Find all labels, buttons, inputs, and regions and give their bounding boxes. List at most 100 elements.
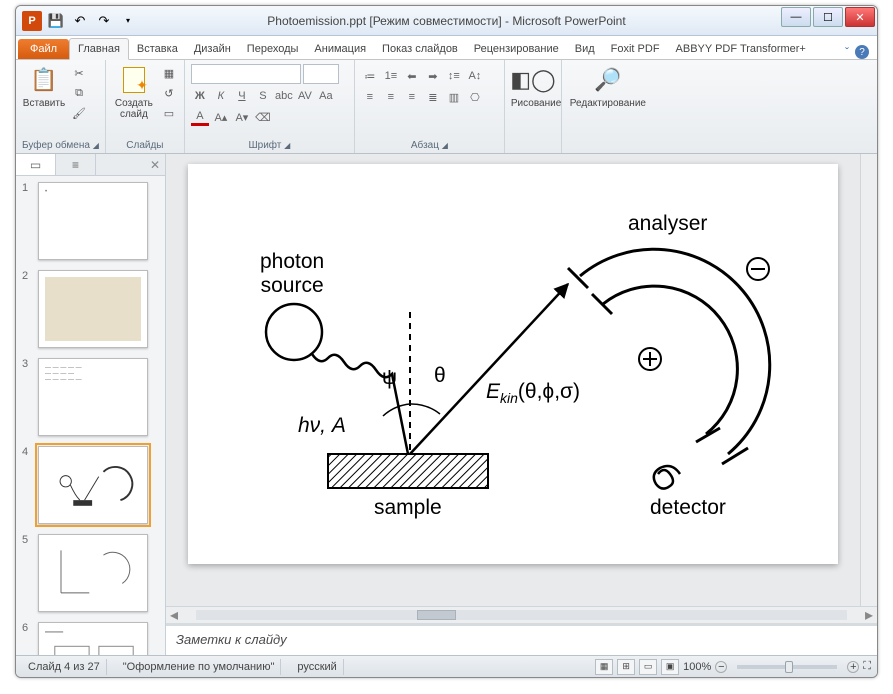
- undo-icon[interactable]: ↶: [70, 11, 90, 31]
- slide-thumbnail[interactable]: [38, 446, 148, 524]
- status-language[interactable]: русский: [291, 659, 343, 675]
- vertical-scrollbar[interactable]: [860, 154, 877, 606]
- layout-icon[interactable]: ▦: [160, 64, 178, 82]
- cut-icon[interactable]: ✂: [70, 64, 88, 82]
- window-title: Photoemission.ppt [Режим совместимости] …: [16, 14, 877, 28]
- clear-format-icon[interactable]: ⌫: [254, 108, 272, 126]
- group-drawing-label: [511, 138, 555, 151]
- slide-canvas[interactable]: photon source analyser ψ θ hν, A Ekin(θ,…: [166, 154, 860, 606]
- tab-view[interactable]: Вид: [567, 39, 603, 59]
- outline-tab-icon[interactable]: ≡: [56, 154, 96, 175]
- shapes-icon: ◧◯: [517, 64, 549, 96]
- horizontal-scrollbar[interactable]: ◂ ▸: [166, 606, 877, 623]
- reading-view-icon[interactable]: ▭: [639, 659, 657, 675]
- minimize-ribbon-icon[interactable]: ˇ: [845, 45, 849, 59]
- align-left-icon[interactable]: ≡: [361, 88, 379, 106]
- zoom-slider[interactable]: [737, 665, 837, 669]
- diagram-svg: [188, 164, 838, 564]
- indent-inc-icon[interactable]: ➡: [424, 67, 442, 85]
- label-theta: θ: [434, 364, 446, 388]
- indent-dec-icon[interactable]: ⬅: [403, 67, 421, 85]
- case-icon[interactable]: Aa: [317, 87, 335, 105]
- label-sample: sample: [374, 496, 442, 520]
- drawing-button[interactable]: ◧◯ Рисование: [511, 64, 555, 109]
- editing-button[interactable]: 🔎 Редактирование: [568, 64, 648, 109]
- italic-icon[interactable]: К: [212, 87, 230, 105]
- tab-slideshow[interactable]: Показ слайдов: [374, 39, 466, 59]
- tab-file[interactable]: Файл: [18, 39, 69, 59]
- tab-home[interactable]: Главная: [69, 38, 129, 60]
- new-slide-button[interactable]: ✦ Создать слайд: [112, 64, 156, 120]
- tab-animations[interactable]: Анимация: [306, 39, 374, 59]
- spacing-icon[interactable]: AV: [296, 87, 314, 105]
- window-controls: — ☐ ✕: [781, 6, 877, 35]
- underline-icon[interactable]: Ч: [233, 87, 251, 105]
- paste-button[interactable]: 📋 Вставить: [22, 64, 66, 109]
- status-theme: "Оформление по умолчанию": [117, 659, 282, 675]
- justify-icon[interactable]: ≣: [424, 88, 442, 106]
- grow-font-icon[interactable]: A▴: [212, 108, 230, 126]
- numbering-icon[interactable]: 1≡: [382, 67, 400, 85]
- tab-transitions[interactable]: Переходы: [239, 39, 307, 59]
- tab-foxit[interactable]: Foxit PDF: [603, 39, 668, 59]
- slideshow-view-icon[interactable]: ▣: [661, 659, 679, 675]
- normal-view-icon[interactable]: ▦: [595, 659, 613, 675]
- zoom-in-icon[interactable]: +: [847, 661, 859, 673]
- thumb-number: 1: [22, 182, 32, 260]
- save-icon[interactable]: 💾: [46, 11, 66, 31]
- help-icon[interactable]: ?: [855, 45, 869, 59]
- label-psi: ψ: [382, 366, 397, 390]
- close-button[interactable]: ✕: [845, 7, 875, 27]
- slide-thumbnail[interactable]: ━━━━━: [38, 622, 148, 655]
- tab-review[interactable]: Рецензирование: [466, 39, 567, 59]
- font-family-combo[interactable]: [191, 64, 301, 84]
- label-ekin: Ekin(θ,ϕ,σ): [486, 380, 580, 406]
- copy-icon[interactable]: ⧉: [70, 84, 88, 102]
- section-icon[interactable]: ▭: [160, 104, 178, 122]
- columns-icon[interactable]: ▥: [445, 88, 463, 106]
- strike-icon[interactable]: abc: [275, 87, 293, 105]
- group-slides-label: Слайды: [112, 138, 178, 151]
- group-paragraph: ≔ 1≡ ⬅ ➡ ↕≡ A↕ ≡ ≡ ≡ ≣ ▥ ⎔ Абзац ◢: [355, 60, 505, 153]
- align-center-icon[interactable]: ≡: [382, 88, 400, 106]
- tab-abbyy[interactable]: ABBYY PDF Transformer+: [668, 39, 814, 59]
- pane-close-icon[interactable]: ✕: [145, 154, 165, 175]
- bullets-icon[interactable]: ≔: [361, 67, 379, 85]
- sorter-view-icon[interactable]: ⊞: [617, 659, 635, 675]
- maximize-button[interactable]: ☐: [813, 7, 843, 27]
- zoom-out-icon[interactable]: −: [715, 661, 727, 673]
- slide-thumbnail[interactable]: [38, 534, 148, 612]
- paste-icon: 📋: [28, 64, 60, 96]
- font-size-combo[interactable]: [303, 64, 339, 84]
- font-color-icon[interactable]: A: [191, 108, 209, 126]
- scroll-thumb[interactable]: [417, 610, 456, 620]
- tab-insert[interactable]: Вставка: [129, 39, 186, 59]
- new-slide-label: Создать слайд: [112, 98, 156, 120]
- slide-thumbnail[interactable]: [38, 270, 148, 348]
- align-right-icon[interactable]: ≡: [403, 88, 421, 106]
- group-font: Ж К Ч S abc AV Aa A A▴ A▾ ⌫ Шрифт ◢: [185, 60, 355, 153]
- notes-pane[interactable]: Заметки к слайду: [166, 623, 877, 655]
- qat-dropdown-icon[interactable]: ▾: [118, 11, 138, 31]
- reset-icon[interactable]: ↺: [160, 84, 178, 102]
- align-text-icon[interactable]: ⎔: [466, 88, 484, 106]
- ribbon-tabrow: Файл Главная Вставка Дизайн Переходы Ани…: [16, 36, 877, 60]
- minimize-button[interactable]: —: [781, 7, 811, 27]
- line-spacing-icon[interactable]: ↕≡: [445, 67, 463, 85]
- title-bar: P 💾 ↶ ↷ ▾ Photoemission.ppt [Режим совме…: [16, 6, 877, 36]
- thumbnail-list[interactable]: 1• 2 3— — — — —— — — —— — — — — 4 5 6━━━…: [16, 176, 165, 655]
- format-painter-icon[interactable]: 🖌: [70, 104, 88, 122]
- shrink-font-icon[interactable]: A▾: [233, 108, 251, 126]
- slide-thumbnail[interactable]: — — — — —— — — —— — — — —: [38, 358, 148, 436]
- fit-window-icon[interactable]: ⛶: [863, 660, 871, 673]
- group-editing: 🔎 Редактирование: [562, 60, 654, 153]
- thumb-number: 2: [22, 270, 32, 348]
- zoom-level[interactable]: 100%: [683, 661, 711, 673]
- redo-icon[interactable]: ↷: [94, 11, 114, 31]
- shadow-icon[interactable]: S: [254, 87, 272, 105]
- slides-tab-icon[interactable]: ▭: [16, 154, 56, 175]
- tab-design[interactable]: Дизайн: [186, 39, 239, 59]
- bold-icon[interactable]: Ж: [191, 87, 209, 105]
- slide-thumbnail[interactable]: •: [38, 182, 148, 260]
- text-direction-icon[interactable]: A↕: [466, 67, 484, 85]
